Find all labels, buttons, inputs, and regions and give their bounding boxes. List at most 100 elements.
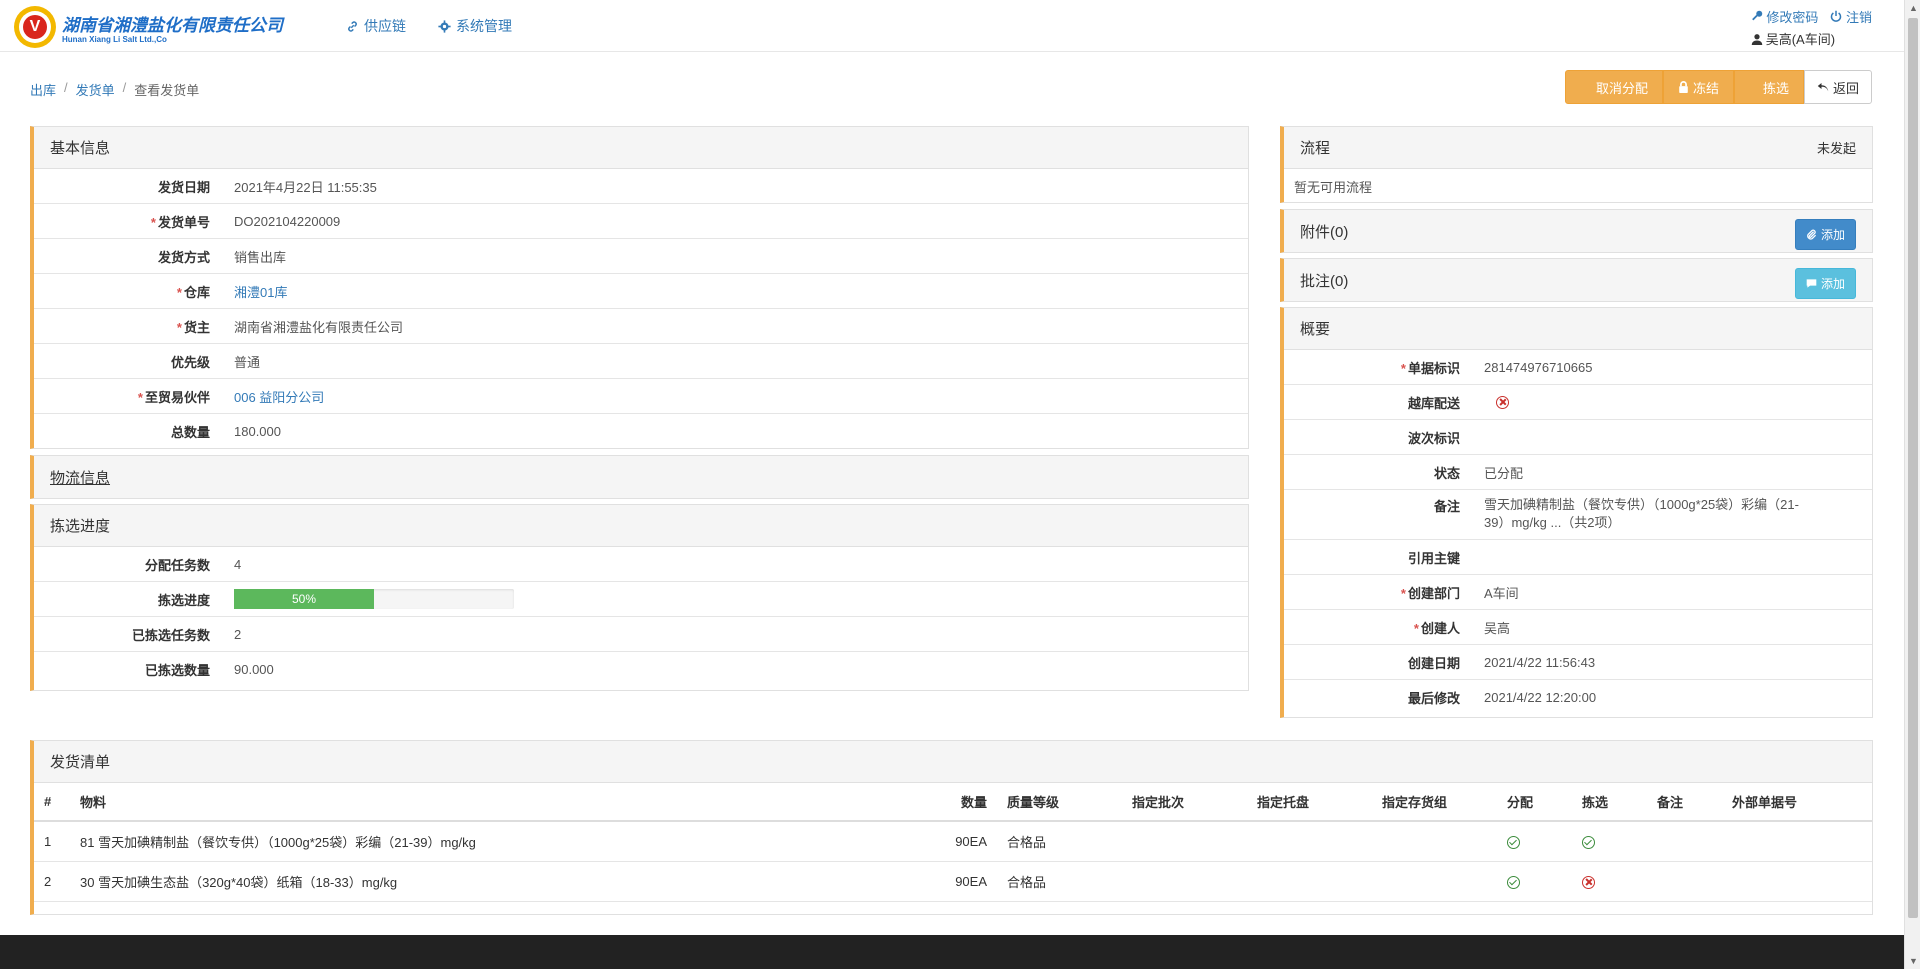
add-note-button[interactable]: 添加 [1794, 267, 1856, 299]
logistics-panel[interactable]: 物流信息 [30, 455, 1249, 499]
nav-supply-chain[interactable]: 供应链 [346, 16, 406, 36]
table-cell [1722, 861, 1872, 902]
change-password-link[interactable]: 修改密码 [1751, 7, 1818, 26]
undo-icon [1817, 82, 1829, 91]
gear-icon [438, 19, 451, 33]
field-label-text: 单据标识 [1407, 360, 1460, 376]
pick-button[interactable]: 拣选 [1733, 70, 1804, 104]
field-label-text: 货主 [183, 319, 210, 335]
company-name: 湖南省湘澧盐化有限责任公司 [62, 15, 283, 35]
key-icon [1751, 10, 1762, 21]
breadcrumb-outbound[interactable]: 出库 [30, 80, 56, 99]
field-label-text: 总数量 [170, 425, 210, 440]
field-value: 已分配 [1484, 465, 1524, 481]
picked-tasks-row: 已拣选任务数 2 [34, 617, 1248, 652]
table-cell [1122, 821, 1247, 862]
field-label: * 发货单号 [34, 212, 222, 231]
field-value: DO202104220009 [234, 213, 341, 229]
field-value[interactable]: 006 益阳分公司 [222, 387, 324, 406]
field-value: 90.000 [234, 662, 274, 677]
scroll-down-arrow-icon[interactable]: ▼ [1909, 956, 1918, 966]
current-user: 吴高(A车间) [1751, 29, 1872, 48]
info-row: * 至贸易伙伴 006 益阳分公司 [34, 379, 1248, 414]
field-value: 2021/4/22 12:20:00 [1484, 690, 1597, 705]
scroll-up-arrow-icon[interactable]: ▲ [1909, 3, 1918, 13]
field-value: 2 [234, 626, 242, 642]
flow-status: 未发起 [1816, 141, 1856, 156]
page-footer [0, 935, 1904, 969]
field-value: 普通 [234, 354, 261, 370]
page-scrollbar[interactable]: ▲ ▼ [1904, 0, 1920, 969]
add-attachment-button[interactable]: 添加 [1794, 218, 1856, 250]
breadcrumb-shipments[interactable]: 发货单 [76, 80, 115, 99]
top-navbar: V 湖南省湘澧盐化有限责任公司 Hunan Xiang Li Salt Ltd.… [0, 0, 1904, 52]
freeze-button[interactable]: 冻结 [1662, 70, 1734, 104]
info-row: * 货主 湖南省湘澧盐化有限责任公司 [34, 309, 1248, 344]
flow-header: 流程 未发起 [1284, 127, 1872, 169]
field-value[interactable]: 湘澧01库 [222, 282, 287, 301]
check-circle-icon [1507, 876, 1520, 890]
summary-row: 状态 已分配 [1284, 455, 1872, 490]
table-cell [1572, 821, 1647, 862]
table-cell [1372, 861, 1497, 902]
field-label: 引用主键 [1284, 548, 1472, 567]
nav-system-admin[interactable]: 系统管理 [438, 16, 512, 36]
cancel-allocation-button[interactable]: 取消分配 [1564, 70, 1663, 104]
breadcrumb: 出库 / 发货单 / 查看发货单 [30, 80, 199, 99]
table-cell [1497, 861, 1572, 902]
field-value: A车间 [1484, 585, 1519, 601]
table-cell [1722, 821, 1872, 862]
table-header-cell: 指定存货组 [1372, 783, 1497, 822]
field-value: 180.000 [234, 424, 281, 439]
nav-system-admin-label: 系统管理 [456, 18, 512, 34]
progress-row: 拣选进度 50% [34, 582, 1248, 617]
table-cell: 90EA [937, 861, 997, 902]
table-row[interactable]: 2 30 雪天加碘生态盐（320g*40袋）纸箱（18-33）mg/kg 90EA 合… [34, 861, 1872, 902]
info-row: * 仓库 湘澧01库 [34, 274, 1248, 309]
table-cell: 2 [34, 861, 70, 902]
freeze-label: 冻结 [1692, 80, 1719, 96]
field-label: 分配任务数 [144, 557, 210, 573]
table-cell: 90EA [937, 821, 997, 862]
breadcrumb-current: 查看发货单 [134, 83, 200, 98]
logistics-header[interactable]: 物流信息 [34, 456, 1248, 498]
assigned-tasks-row: 分配任务数 4 [34, 547, 1248, 582]
summary-row: * 创建人 吴高 [1284, 610, 1872, 645]
picked-qty-row: 已拣选数量 90.000 [34, 652, 1248, 687]
field-value: 销售出库 [234, 249, 287, 265]
basic-info-title: 基本信息 [50, 140, 111, 157]
shipment-list-panel: 发货清单 # 物料 数量 质量等级 指定批次 指定托盘 指定存货组 分配 拣选 备注 外部单据号 1… [30, 740, 1873, 915]
check-circle-icon [1582, 836, 1595, 850]
scrollbar-thumb[interactable] [1908, 18, 1918, 918]
field-label: 创建日期 [1284, 653, 1472, 672]
field-label: 发货日期 [34, 177, 222, 196]
table-header-cell: 指定批次 [1122, 783, 1247, 822]
logistics-title[interactable]: 物流信息 [50, 467, 110, 488]
back-button[interactable]: 返回 [1803, 70, 1872, 104]
back-label: 返回 [1832, 80, 1859, 96]
field-label: * 货主 [34, 317, 222, 336]
summary-header: 概要 [1284, 308, 1872, 350]
table-cell: 1 [34, 821, 70, 862]
required-marker: * [137, 389, 143, 405]
field-label: * 仓库 [34, 282, 222, 301]
action-toolbar: 取消分配 冻结 拣选 返回 [1564, 70, 1872, 104]
table-row[interactable]: 1 81 雪天加碘精制盐（餐饮专供）（1000g*25袋）彩编（21-39）mg/… [34, 821, 1872, 862]
flow-empty-text: 暂无可用流程 [1294, 180, 1373, 195]
company-logo[interactable]: V 湖南省湘澧盐化有限责任公司 Hunan Xiang Li Salt Ltd.… [14, 6, 283, 48]
summary-row: 越库配送 [1284, 385, 1872, 420]
table-header-cell: # [34, 783, 70, 822]
field-label: 状态 [1284, 463, 1472, 482]
logout-link[interactable]: 注销 [1830, 7, 1872, 26]
required-marker: * [1400, 585, 1406, 601]
logout-label: 注销 [1845, 10, 1872, 25]
basic-info-header: 基本信息 [34, 127, 1248, 169]
table-header-cell: 指定托盘 [1247, 783, 1372, 822]
summary-panel: 概要 * 单据标识 281474976710665 越库配送 波次标识 状态 已分配 备注 雪天… [1280, 307, 1873, 718]
shipment-list-header: 发货清单 [34, 741, 1872, 783]
summary-row: 创建日期 2021/4/22 11:56:43 [1284, 645, 1872, 680]
shipment-list-title: 发货清单 [50, 754, 111, 771]
comment-icon [1806, 278, 1817, 288]
field-label-text: 创建日期 [1407, 655, 1460, 671]
table-header-row: # 物料 数量 质量等级 指定批次 指定托盘 指定存货组 分配 拣选 备注 外部单据号 [34, 783, 1872, 822]
